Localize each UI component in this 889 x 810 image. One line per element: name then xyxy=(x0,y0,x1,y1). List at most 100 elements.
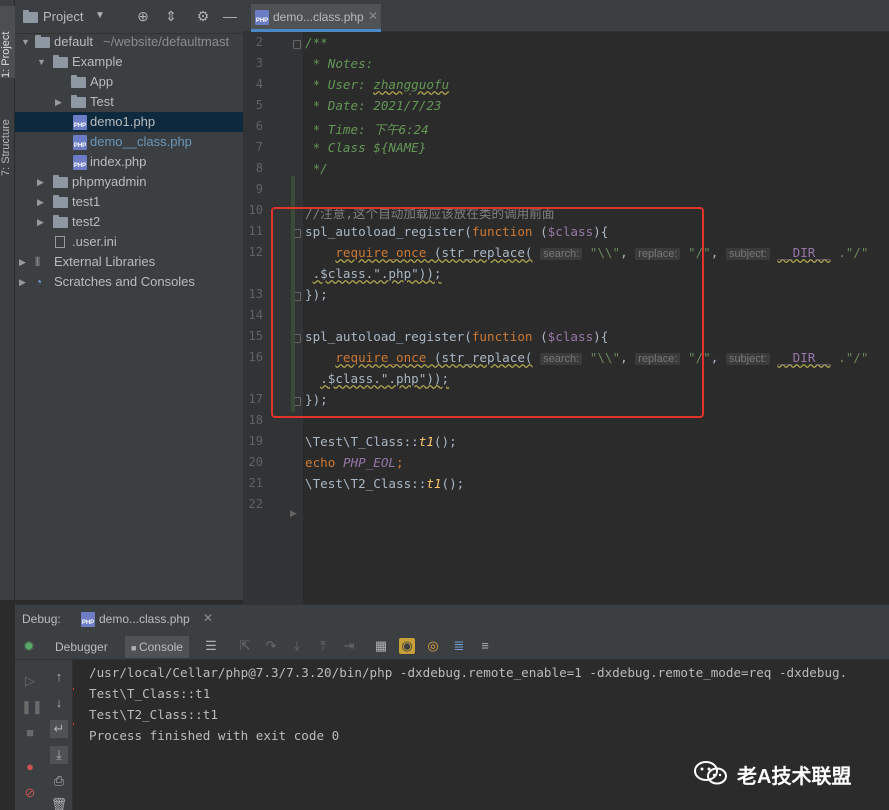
collapse-all-icon[interactable]: ⇕ xyxy=(163,8,179,24)
code-token: (); xyxy=(433,434,457,449)
step-out-icon[interactable]: ⤒ xyxy=(315,638,331,654)
settings-icon[interactable]: ◎ xyxy=(425,638,441,654)
chevron-right-icon[interactable]: ▶ xyxy=(19,252,29,272)
code-token: :: xyxy=(403,434,419,449)
step-over-icon[interactable]: ↷ xyxy=(263,638,279,654)
watermark: 老A技术联盟 xyxy=(693,758,883,788)
tree-item-test[interactable]: ▶ Test xyxy=(15,92,243,112)
scratch-icon: ◔ xyxy=(35,275,43,289)
chevron-right-icon[interactable]: ▶ xyxy=(19,272,29,292)
code-token: (); xyxy=(441,476,465,491)
code-token: ."/" xyxy=(838,350,869,365)
gear-icon[interactable]: ⚙ xyxy=(195,8,211,24)
run-to-cursor-icon[interactable]: ⇥ xyxy=(341,638,357,654)
chevron-right-icon[interactable]: ▶ xyxy=(55,92,65,112)
close-icon[interactable]: ✕ xyxy=(203,611,213,625)
tab-debugger[interactable]: Debugger xyxy=(49,636,114,658)
chevron-down-icon[interactable]: ▼ xyxy=(37,52,47,72)
tree-item-default[interactable]: ▼ default ~/website/defaultmast xyxy=(15,32,243,52)
trash-icon[interactable]: 🗑 xyxy=(50,796,68,810)
hide-icon[interactable]: — xyxy=(222,8,238,24)
php-file-icon: PHP xyxy=(255,10,269,25)
code-token: * Date: xyxy=(305,98,374,113)
line-number: 3 xyxy=(255,56,263,70)
code-token: T_Class xyxy=(350,434,404,449)
chevron-right-icon[interactable]: ▶ xyxy=(37,212,47,232)
code-line: \Test\T_Class::t1(); xyxy=(305,434,457,449)
tab-console[interactable]: ■ Console xyxy=(125,636,189,658)
arrow-down-icon[interactable]: ↓ xyxy=(50,694,68,712)
code-token: t1 xyxy=(426,476,442,491)
structure-tool-tab[interactable]: 7: Structure xyxy=(0,96,15,176)
mute-breakpoints-icon[interactable]: ⊘ xyxy=(21,784,39,802)
print-icon[interactable]: ⎙ xyxy=(50,772,68,790)
view-breakpoints-icon[interactable]: ● xyxy=(21,758,39,776)
chevron-right-icon[interactable]: ▶ xyxy=(37,192,47,212)
arrow-up-icon[interactable]: ↑ xyxy=(50,668,68,686)
fold-arrow-icon[interactable]: ▶ xyxy=(290,508,297,519)
chevron-down-icon[interactable]: ▼ xyxy=(21,32,31,52)
code-line: * Class ${NAME} xyxy=(305,140,427,155)
close-icon[interactable]: ✕ xyxy=(368,9,378,23)
folder-icon xyxy=(35,35,50,48)
php-file-icon: PHP xyxy=(73,115,87,130)
evaluate-icon[interactable]: ▦ xyxy=(373,638,389,654)
tree-item-test2[interactable]: ▶ test2 xyxy=(15,212,243,232)
code-line: */ xyxy=(305,161,328,176)
code-token: __DIR__ xyxy=(777,350,831,365)
tree-item-demo-class[interactable]: PHP demo__class.php xyxy=(15,132,243,152)
debug-session-tab[interactable]: demo...class.php xyxy=(99,612,190,626)
file-icon xyxy=(55,236,65,248)
tree-item-demo1[interactable]: PHP demo1.php xyxy=(15,112,243,132)
php-file-icon: PHP xyxy=(73,155,87,170)
code-line: echo PHP_EOL; xyxy=(305,455,404,470)
editor-tab-demo-class[interactable]: PHP demo...class.php ✕ xyxy=(251,4,381,32)
tree-item-index[interactable]: PHP index.php xyxy=(15,152,243,172)
param-hint: subject: xyxy=(725,248,770,260)
code-token: * User: xyxy=(305,77,374,92)
project-view-selector[interactable]: Project xyxy=(43,9,83,24)
soft-wrap-icon[interactable]: ↵ xyxy=(50,720,68,738)
tree-item-user-ini[interactable]: .user.ini xyxy=(15,232,243,252)
code-token: \Test\ xyxy=(305,434,351,449)
project-tool-tab[interactable]: 1: Project xyxy=(0,6,15,78)
project-folder-icon xyxy=(23,10,38,23)
chevron-right-icon[interactable]: ▶ xyxy=(37,172,47,192)
tree-label: demo__class.php xyxy=(90,134,192,149)
tree-item-phpmyadmin[interactable]: ▶ phpmyadmin xyxy=(15,172,243,192)
stop-icon[interactable]: ■ xyxy=(21,724,39,742)
php-file-icon: PHP xyxy=(81,612,95,627)
console-side-actions: ↑ ↓ ↵ ⤓ ⎙ 🗑 xyxy=(45,660,73,810)
tree-item-test1[interactable]: ▶ test1 xyxy=(15,192,243,212)
scroll-to-end-icon[interactable]: ⤓ xyxy=(50,746,68,764)
locate-icon[interactable]: ⊕ xyxy=(135,8,151,24)
tree-label: App xyxy=(90,74,114,89)
restore-layout-icon[interactable]: ≡ xyxy=(477,638,493,654)
folder-icon xyxy=(71,95,86,108)
code-token: :: xyxy=(411,476,427,491)
debug-panel-title: Debug: xyxy=(22,612,61,626)
tree-item-example[interactable]: ▼ Example xyxy=(15,52,243,72)
tab-console-label: Console xyxy=(138,640,183,654)
tree-label: Test xyxy=(90,94,114,109)
code-token: __DIR__ xyxy=(777,245,831,260)
step-into-icon[interactable]: ⤓ xyxy=(289,638,305,654)
code-token: T2_Class xyxy=(350,476,412,491)
line-number: 14 xyxy=(248,308,263,322)
code-token: \Test\ xyxy=(305,476,351,491)
rerun-icon[interactable]: ▷ xyxy=(21,672,39,690)
show-execution-point-icon[interactable]: ⇱ xyxy=(237,638,253,654)
xdebug-icon[interactable]: ◉ xyxy=(399,638,415,654)
code-token: ; xyxy=(396,455,404,470)
code-line: /** xyxy=(305,35,328,50)
tree-label: test2 xyxy=(72,214,101,229)
pause-icon[interactable]: ❚❚ xyxy=(21,698,43,716)
frames-icon[interactable]: ≣ xyxy=(451,638,467,654)
folder-icon xyxy=(53,175,68,188)
fold-marker-icon[interactable] xyxy=(293,40,301,49)
tree-item-external-libraries[interactable]: ▶ ⫴ External Libraries xyxy=(15,252,243,272)
chevron-down-icon[interactable]: ▼ xyxy=(92,8,108,24)
tree-item-scratches[interactable]: ▶ ◔ Scratches and Consoles xyxy=(15,272,243,292)
menu-icon[interactable]: ☰ xyxy=(203,638,219,654)
tree-item-app[interactable]: App xyxy=(15,72,243,92)
